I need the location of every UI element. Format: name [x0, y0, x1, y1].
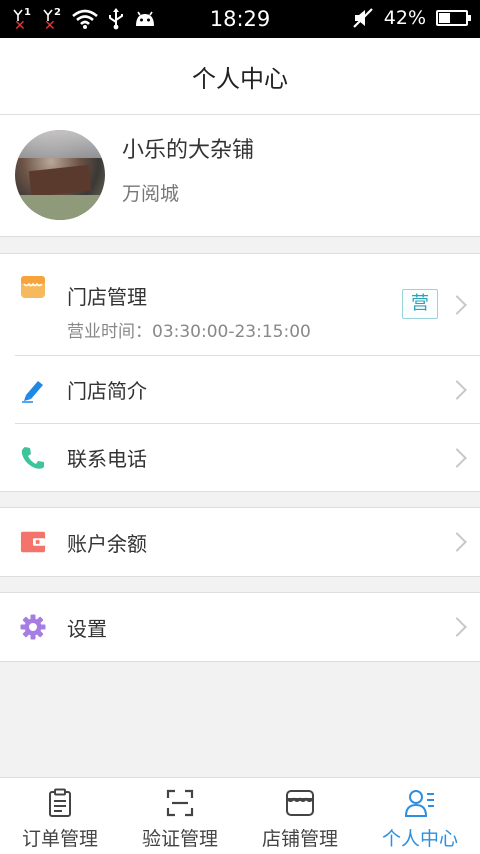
scan-icon: [166, 789, 194, 817]
store-info-group: 门店管理 营业时间：03:30:00-23:15:00 营 门店简介 联系电话: [0, 253, 480, 492]
chevron-right-icon: [447, 532, 467, 552]
store-management-row[interactable]: 门店管理 营业时间：03:30:00-23:15:00 营: [0, 254, 480, 355]
chevron-right-icon: [447, 617, 467, 637]
tab-orders[interactable]: 订单管理: [0, 778, 120, 854]
chevron-right-icon: [447, 447, 467, 468]
bottom-tab-bar: 订单管理 验证管理 店铺管理 个人中心: [0, 777, 480, 854]
tab-label: 个人中心: [381, 828, 458, 850]
avatar[interactable]: [15, 130, 105, 220]
battery-level: [439, 13, 450, 23]
settings-group: 设置: [0, 592, 480, 662]
battery-icon: [436, 10, 471, 26]
contact-phone-label: 联系电话: [67, 447, 147, 471]
store-intro-label: 门店简介: [67, 379, 147, 403]
contact-phone-row[interactable]: 联系电话: [15, 423, 480, 491]
clipboard-icon: [49, 788, 71, 817]
tab-label: 验证管理: [141, 828, 218, 850]
account-balance-label: 账户余额: [67, 531, 147, 556]
store-management-label: 门店管理: [67, 285, 147, 309]
business-hours: 营业时间：03:30:00-23:15:00: [67, 322, 311, 342]
person-list-icon: [405, 790, 434, 817]
tab-label: 订单管理: [21, 828, 98, 850]
tab-personal-center[interactable]: 个人中心: [360, 778, 480, 854]
shop-icon: [286, 790, 314, 816]
settings-label: 设置: [67, 616, 107, 641]
tab-shop[interactable]: 店铺管理: [240, 778, 360, 854]
shop-location: 万阅城: [122, 183, 180, 205]
account-group: 账户余额: [0, 507, 480, 577]
nav-bar: 个人中心: [0, 38, 480, 115]
store-intro-row[interactable]: 门店简介: [15, 355, 480, 423]
pencil-icon: [20, 377, 46, 403]
page-title: 个人中心: [192, 64, 288, 93]
wallet-icon: [20, 529, 46, 555]
settings-row[interactable]: 设置: [0, 593, 480, 661]
chevron-right-icon: [447, 379, 467, 400]
battery-percent: 42%: [383, 7, 426, 29]
account-balance-row[interactable]: 账户余额: [0, 508, 480, 576]
profile-card[interactable]: 小乐的大杂铺 万阅城: [0, 115, 480, 237]
chevron-right-icon: [447, 295, 467, 315]
mute-icon: [352, 8, 373, 28]
store-icon: [20, 274, 46, 300]
gear-icon: [20, 614, 46, 640]
status-bar: 1 ✕ 2 ✕ 18:29 42%: [0, 0, 480, 38]
status-badge: 营: [402, 289, 438, 319]
phone-icon: [20, 445, 46, 471]
tab-verification[interactable]: 验证管理: [120, 778, 240, 854]
tab-label: 店铺管理: [261, 828, 338, 850]
shop-name: 小乐的大杂铺: [122, 138, 255, 163]
